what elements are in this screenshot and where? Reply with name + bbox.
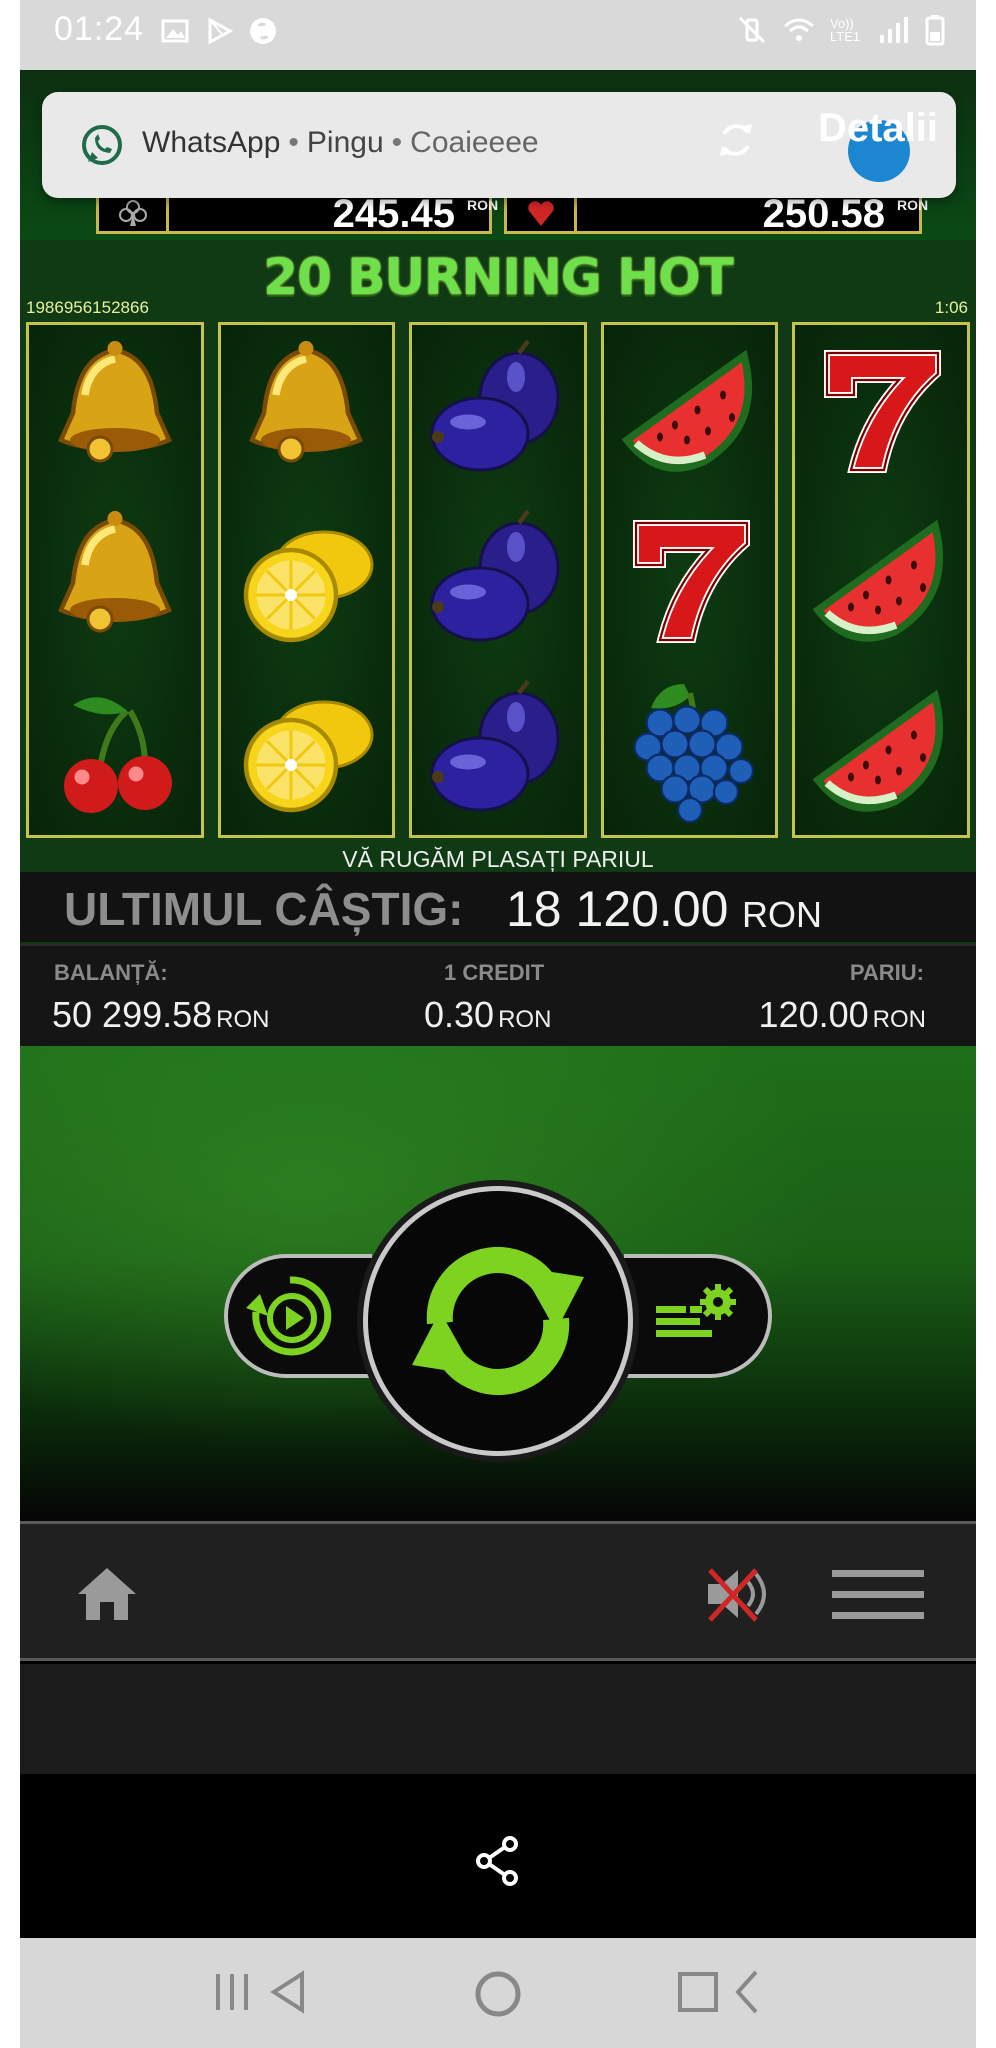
bet-settings-icon	[656, 1284, 736, 1337]
jackpot-currency: RON	[467, 197, 499, 213]
whatsapp-icon	[82, 125, 122, 165]
phone-screen: 01:24 Vo)) LTE1 245.45 RON 250.58 RON 20…	[20, 0, 976, 2048]
last-win-value: 18 120.00	[506, 881, 729, 937]
jackpot-hearts-amount: 250.58	[762, 192, 885, 236]
overview-back-icon[interactable]	[676, 1968, 776, 2018]
game-time: 1:06	[934, 298, 968, 317]
shazam-icon	[250, 18, 276, 44]
hearts-icon	[507, 195, 577, 231]
clubs-icon	[99, 195, 169, 231]
autoplay-button[interactable]	[224, 1254, 372, 1378]
watermelon-symbol-icon	[795, 665, 967, 835]
seven-symbol-icon	[604, 495, 776, 665]
lemon-symbol-icon	[221, 495, 393, 665]
reel-5	[792, 322, 970, 838]
share-icon[interactable]	[474, 1836, 520, 1886]
balance-value: 50 299.58 RON	[52, 994, 270, 1035]
home-nav-icon[interactable]	[472, 1968, 524, 2020]
wifi-icon	[784, 18, 814, 41]
reel-3	[409, 322, 587, 838]
empty-area	[20, 1664, 976, 1774]
spin-button[interactable]	[363, 1186, 633, 1456]
battery-icon	[925, 15, 945, 46]
jackpot-hearts: 250.58 RON	[504, 192, 929, 236]
notification-text: WhatsApp • Pingu • Coaieeee	[142, 126, 539, 159]
last-win-currency: RON	[742, 894, 822, 935]
play-store-icon	[208, 17, 234, 45]
signal-icon	[880, 17, 908, 43]
grapes-symbol-icon	[604, 665, 776, 835]
details-button[interactable]: Detalii	[818, 106, 938, 151]
rotate-icon[interactable]	[714, 118, 758, 162]
bet-label: PARIU:	[849, 960, 924, 985]
reels	[26, 322, 970, 838]
android-nav-bar	[20, 1938, 976, 2048]
last-win-label: ULTIMUL CÂȘTIG:	[64, 883, 464, 935]
watermelon-symbol-icon	[795, 495, 967, 665]
watermelon-symbol-icon	[604, 325, 776, 495]
bell-symbol-icon	[29, 325, 201, 495]
balance-label: BALANȚĂ:	[54, 960, 168, 985]
plum-symbol-icon	[412, 325, 584, 495]
lte-label: Vo)) LTE1	[830, 16, 861, 44]
clock: 01:24	[54, 10, 145, 48]
game-title: 20 BURNING HOT	[263, 248, 733, 306]
recents-back-icon[interactable]	[212, 1968, 312, 2018]
seven-symbol-icon	[795, 325, 967, 495]
vibrate-mute-icon	[738, 16, 766, 44]
autoplay-icon	[246, 1276, 332, 1356]
reel-2	[217, 322, 396, 838]
home-icon[interactable]	[74, 1564, 140, 1624]
cherry-symbol-icon	[29, 665, 201, 835]
lemon-symbol-icon	[221, 665, 393, 835]
plum-symbol-icon	[412, 495, 584, 665]
status-icons: Vo)) LTE1	[736, 14, 946, 46]
status-bar: 01:24 Vo)) LTE1	[20, 0, 976, 70]
gallery-icon	[161, 19, 189, 43]
reel-4	[600, 322, 779, 838]
jackpot-clubs: 245.45 RON	[96, 192, 499, 236]
jackpot-clubs-amount: 245.45	[332, 192, 455, 236]
reel-1	[26, 322, 204, 838]
slot-game: 245.45 RON 250.58 RON 20 BURNING HOT 198…	[20, 70, 976, 1046]
bell-symbol-icon	[221, 325, 393, 495]
credit-value: 0.30 RON	[424, 994, 552, 1035]
credit-label: 1 CREDIT	[444, 960, 545, 985]
game-id: 1986956152866	[26, 298, 149, 317]
plum-symbol-icon	[412, 665, 584, 835]
sound-muted-icon[interactable]	[704, 1564, 778, 1624]
bell-symbol-icon	[29, 495, 201, 665]
bottom-toolbar	[20, 1521, 976, 1661]
bet-value: 120.00 RON	[758, 994, 926, 1035]
bet-settings-button[interactable]	[624, 1254, 772, 1378]
hamburger-menu-icon[interactable]	[832, 1568, 924, 1622]
whatsapp-notification[interactable]: WhatsApp • Pingu • Coaieeee Detalii	[42, 92, 956, 198]
jackpot-currency: RON	[897, 197, 929, 213]
spin-icon	[412, 1247, 584, 1395]
info-bar: BALANȚĂ: 50 299.58 RON 1 CREDIT 0.30 RON P…	[20, 944, 976, 1046]
last-win-bar: ULTIMUL CÂȘTIG: 18 120.00 RON	[20, 872, 976, 942]
place-bet-prompt: VĂ RUGĂM PLASAȚI PARIUL	[342, 846, 654, 872]
share-area	[20, 1774, 976, 1938]
game-controls	[20, 1046, 976, 1521]
